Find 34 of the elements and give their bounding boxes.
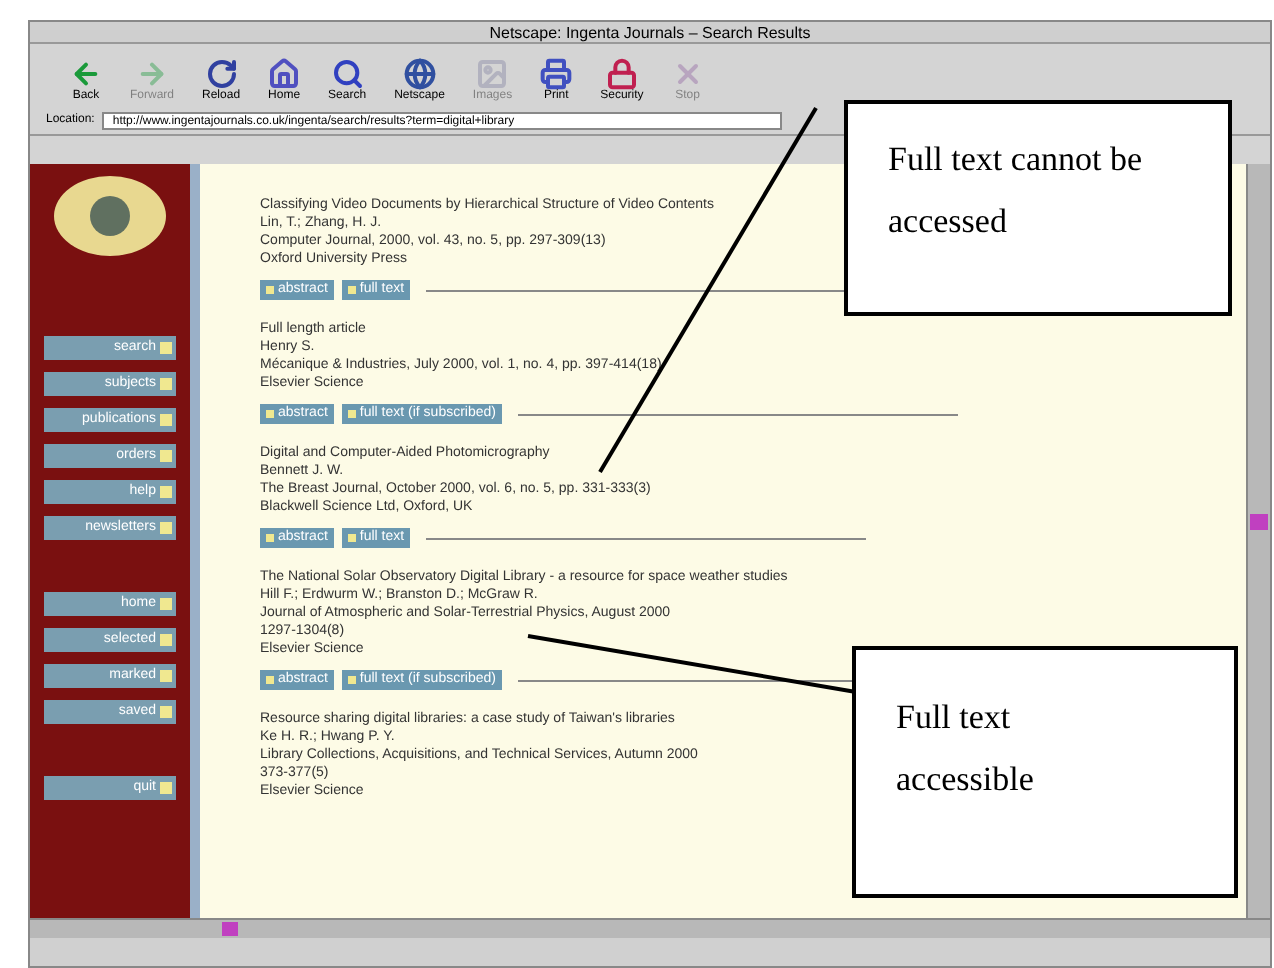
square-bullet-icon xyxy=(347,286,356,294)
square-bullet-icon xyxy=(266,286,274,294)
reload-icon xyxy=(205,58,238,90)
horizontal-scrollbar[interactable] xyxy=(30,918,1270,938)
scroll-thumb[interactable] xyxy=(222,922,238,936)
square-bullet-icon xyxy=(160,634,172,646)
printer-icon xyxy=(540,58,573,90)
square-bullet-icon xyxy=(347,410,356,418)
callout-text: Full text accessible xyxy=(896,696,1036,802)
vertical-scrollbar[interactable] xyxy=(1246,164,1270,918)
square-bullet-icon xyxy=(160,414,172,426)
square-bullet-icon xyxy=(160,670,172,682)
square-bullet-icon xyxy=(160,486,172,498)
square-bullet-icon xyxy=(160,782,172,794)
square-bullet-icon xyxy=(160,342,172,354)
square-bullet-icon xyxy=(266,410,274,418)
globe-icon xyxy=(403,58,436,90)
square-bullet-icon xyxy=(160,450,172,462)
square-bullet-icon xyxy=(160,378,172,390)
square-bullet-icon xyxy=(266,676,274,684)
search-icon xyxy=(331,58,364,90)
home-icon xyxy=(268,58,301,90)
callout-text: Full text cannot be accessed xyxy=(888,138,1145,244)
square-bullet-icon xyxy=(347,676,356,684)
lock-icon xyxy=(605,58,638,90)
square-bullet-icon xyxy=(266,534,274,542)
square-bullet-icon xyxy=(160,706,172,718)
square-bullet-icon xyxy=(160,598,172,610)
eye-logo-icon xyxy=(54,176,166,256)
square-bullet-icon xyxy=(347,534,356,542)
square-bullet-icon xyxy=(160,522,172,534)
image-icon xyxy=(476,58,509,90)
scroll-thumb[interactable] xyxy=(1250,514,1268,530)
forward-arrow-icon xyxy=(136,58,168,90)
